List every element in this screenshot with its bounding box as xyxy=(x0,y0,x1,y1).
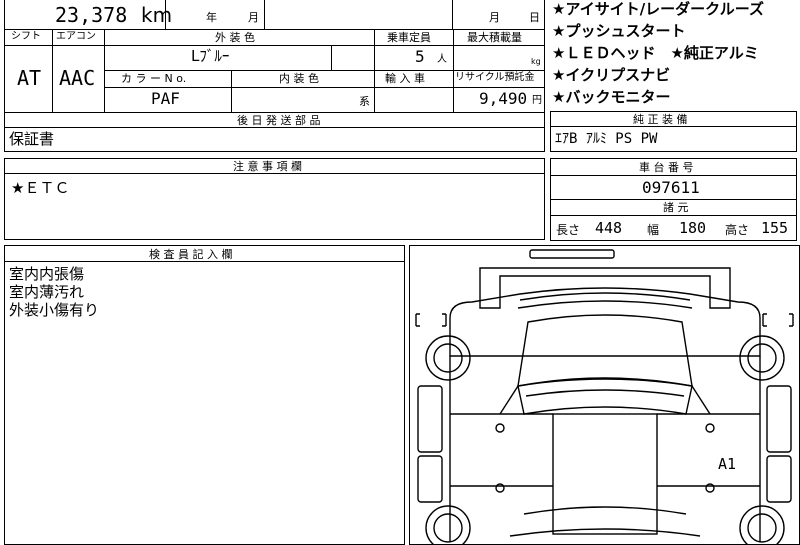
mileage-cell: 23,378 km xyxy=(4,0,172,30)
capacity-value: 5 xyxy=(415,47,425,66)
later-parts-value: 保証書 xyxy=(9,130,55,148)
feature-item: ★プッシュスタート xyxy=(552,22,686,40)
damage-mark: A1 xyxy=(718,455,737,473)
exterior-color-header: 外 装 色 xyxy=(215,31,255,44)
recycle-deposit-value: 9,490 xyxy=(479,89,528,108)
color-no-header: カ ラ ー N o. xyxy=(121,72,187,85)
capacity-header: 乗車定員 xyxy=(387,31,431,44)
height-value: 155 xyxy=(761,219,789,237)
car-diagram-box: A1 xyxy=(409,245,800,545)
feature-item: ★イクリプスナビ xyxy=(552,66,671,84)
feature-item: ★ＬＥＤヘッド ★純正アルミ xyxy=(552,44,759,62)
feature-item: ★アイサイト/レーダークルーズ xyxy=(552,0,764,18)
recycle-deposit-unit: 円 xyxy=(532,95,542,106)
shift-header: シフト xyxy=(11,31,41,42)
feature-item: ★バックモニター xyxy=(552,88,671,106)
spec-table: シフト エアコン 外 装 色 乗車定員 最大積載量 AT AAC Lﾌﾞﾙｰ 5… xyxy=(4,29,545,113)
genuine-equipment-value: ｴｱB ｱﾙﾐ PS PW xyxy=(555,131,658,147)
color-no-value: PAF xyxy=(151,89,180,108)
notes-header: 注 意 事 項 欄 xyxy=(233,160,302,173)
inspector-line: 外装小傷有り xyxy=(9,301,100,319)
dimensions-header: 諸 元 xyxy=(663,201,689,214)
interior-color-header: 内 装 色 xyxy=(279,72,319,85)
import-header: 輸 入 車 xyxy=(385,72,425,85)
mileage-value: 23,378 xyxy=(55,3,128,27)
aircon-header: エアコン xyxy=(56,31,96,42)
recycle-deposit-header: リサイクル預託金 xyxy=(455,72,535,83)
max-load-header: 最大積載量 xyxy=(467,31,522,44)
date-cell-1: 年 月 xyxy=(165,0,265,30)
genuine-equipment-box: 純 正 装 備 ｴｱB ｱﾙﾐ PS PW xyxy=(550,111,797,152)
genuine-equipment-header: 純 正 装 備 xyxy=(633,113,688,126)
date-cell-2: 月 日 xyxy=(452,0,545,30)
year-label: 年 xyxy=(206,11,217,24)
month-label-2: 月 xyxy=(489,11,500,24)
aircon-value: AAC xyxy=(59,66,96,90)
exterior-color-value: Lﾌﾞﾙｰ xyxy=(191,47,230,65)
notes-box: 注 意 事 項 欄 ★ＥＴＣ xyxy=(4,158,545,240)
height-label: 高さ xyxy=(725,223,750,237)
inspector-box: 検 査 員 記 入 欄 室内内張傷 室内薄汚れ 外装小傷有り xyxy=(4,245,405,545)
interior-unit: 系 xyxy=(359,95,370,108)
width-label: 幅 xyxy=(647,223,660,237)
chassis-header: 車 台 番 号 xyxy=(639,161,694,174)
inspector-line: 室内内張傷 xyxy=(9,265,85,283)
day-label: 日 xyxy=(529,11,540,24)
chassis-value: 097611 xyxy=(642,178,700,197)
chassis-box: 車 台 番 号 097611 諸 元 長さ 448 幅 180 高さ 155 xyxy=(550,158,797,241)
month-label: 月 xyxy=(248,11,259,24)
inspector-header: 検 査 員 記 入 欄 xyxy=(149,248,233,261)
capacity-unit: 人 xyxy=(437,54,447,65)
load-unit: kg xyxy=(531,57,541,66)
inspector-line: 室内薄汚れ xyxy=(9,283,85,301)
notes-value: ★ＥＴＣ xyxy=(11,179,70,197)
features-list: ★アイサイト/レーダークルーズ ★プッシュスタート ★ＬＥＤヘッド ★純正アルミ… xyxy=(552,0,800,108)
length-label: 長さ xyxy=(556,223,581,237)
length-value: 448 xyxy=(595,219,623,237)
width-value: 180 xyxy=(679,219,707,237)
later-parts-box: 後 日 発 送 部 品 保証書 xyxy=(4,112,545,152)
car-diagram xyxy=(415,249,794,544)
later-parts-header: 後 日 発 送 部 品 xyxy=(237,114,321,127)
shift-value: AT xyxy=(17,66,42,90)
